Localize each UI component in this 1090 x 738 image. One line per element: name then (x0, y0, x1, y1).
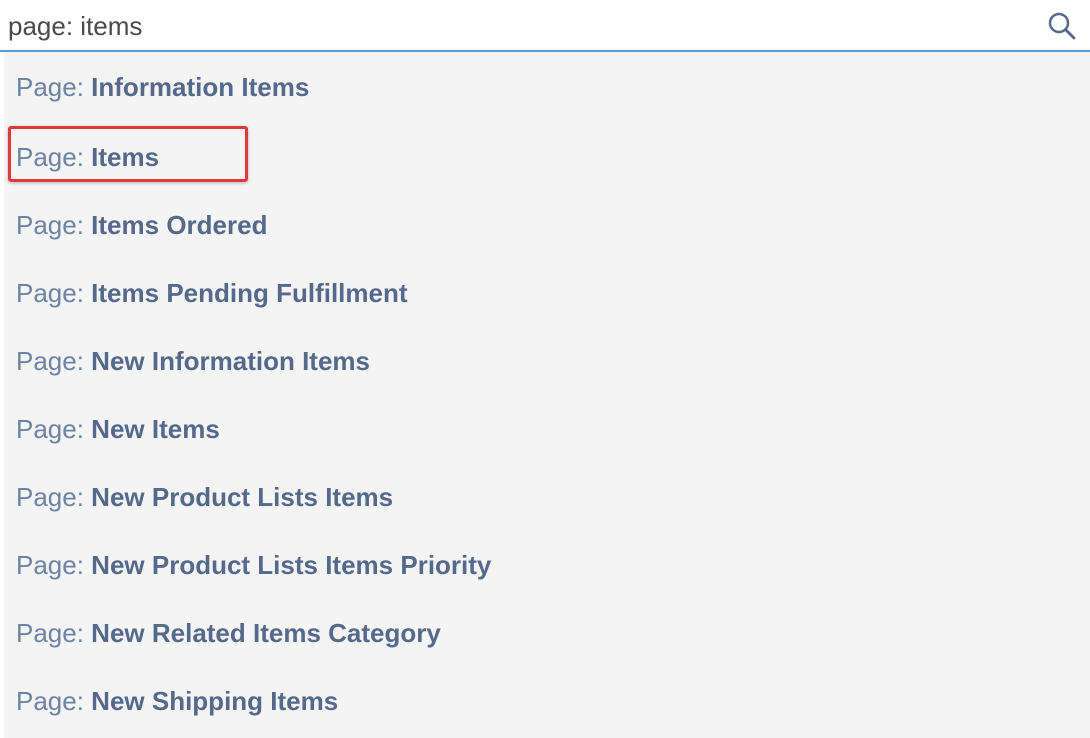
result-item[interactable]: Page: New Shipping Items (4, 666, 1090, 734)
result-prefix: Page: (16, 686, 92, 716)
result-name: New Product Lists Items Priority (91, 550, 492, 580)
result-item[interactable]: Page: Items Ordered (4, 190, 1090, 258)
result-prefix: Page: (16, 618, 92, 648)
result-name: New Shipping Items (91, 686, 339, 716)
result-prefix: Page: (16, 414, 92, 444)
result-name: Items Ordered (91, 210, 268, 240)
result-item-selected[interactable]: Page: Items (4, 122, 1090, 190)
result-prefix: Page: (16, 482, 92, 512)
result-name: New Information Items (91, 346, 370, 376)
result-prefix: Page: (16, 278, 92, 308)
result-prefix: Page: (16, 210, 92, 240)
results-list: Page: Information Items Page: Items Page… (4, 52, 1090, 738)
result-item[interactable]: Page: New Product Lists Items Priority (4, 530, 1090, 598)
result-prefix: Page: (16, 142, 92, 172)
search-input[interactable] (8, 6, 1008, 46)
result-name: New Related Items Category (91, 618, 441, 648)
result-name: New Product Lists Items (91, 482, 394, 512)
result-name: Items Pending Fulfillment (91, 278, 408, 308)
result-name: New Items (91, 414, 220, 444)
search-bar (0, 0, 1090, 52)
search-icon[interactable] (1046, 10, 1078, 42)
result-item[interactable]: Page: New Related Items Category (4, 598, 1090, 666)
result-prefix: Page: (16, 72, 92, 102)
search-autocomplete: Page: Information Items Page: Items Page… (0, 0, 1090, 738)
result-prefix: Page: (16, 550, 92, 580)
result-item[interactable]: Page: New Items (4, 394, 1090, 462)
result-item[interactable]: Page: Information Items (4, 52, 1090, 122)
result-item[interactable]: Page: New Information Items (4, 326, 1090, 394)
result-name: Items (91, 142, 160, 172)
result-prefix: Page: (16, 346, 92, 376)
result-name: Information Items (91, 72, 310, 102)
result-item[interactable]: Page: Items Pending Fulfillment (4, 258, 1090, 326)
result-item[interactable]: Page: New Product Lists Items (4, 462, 1090, 530)
